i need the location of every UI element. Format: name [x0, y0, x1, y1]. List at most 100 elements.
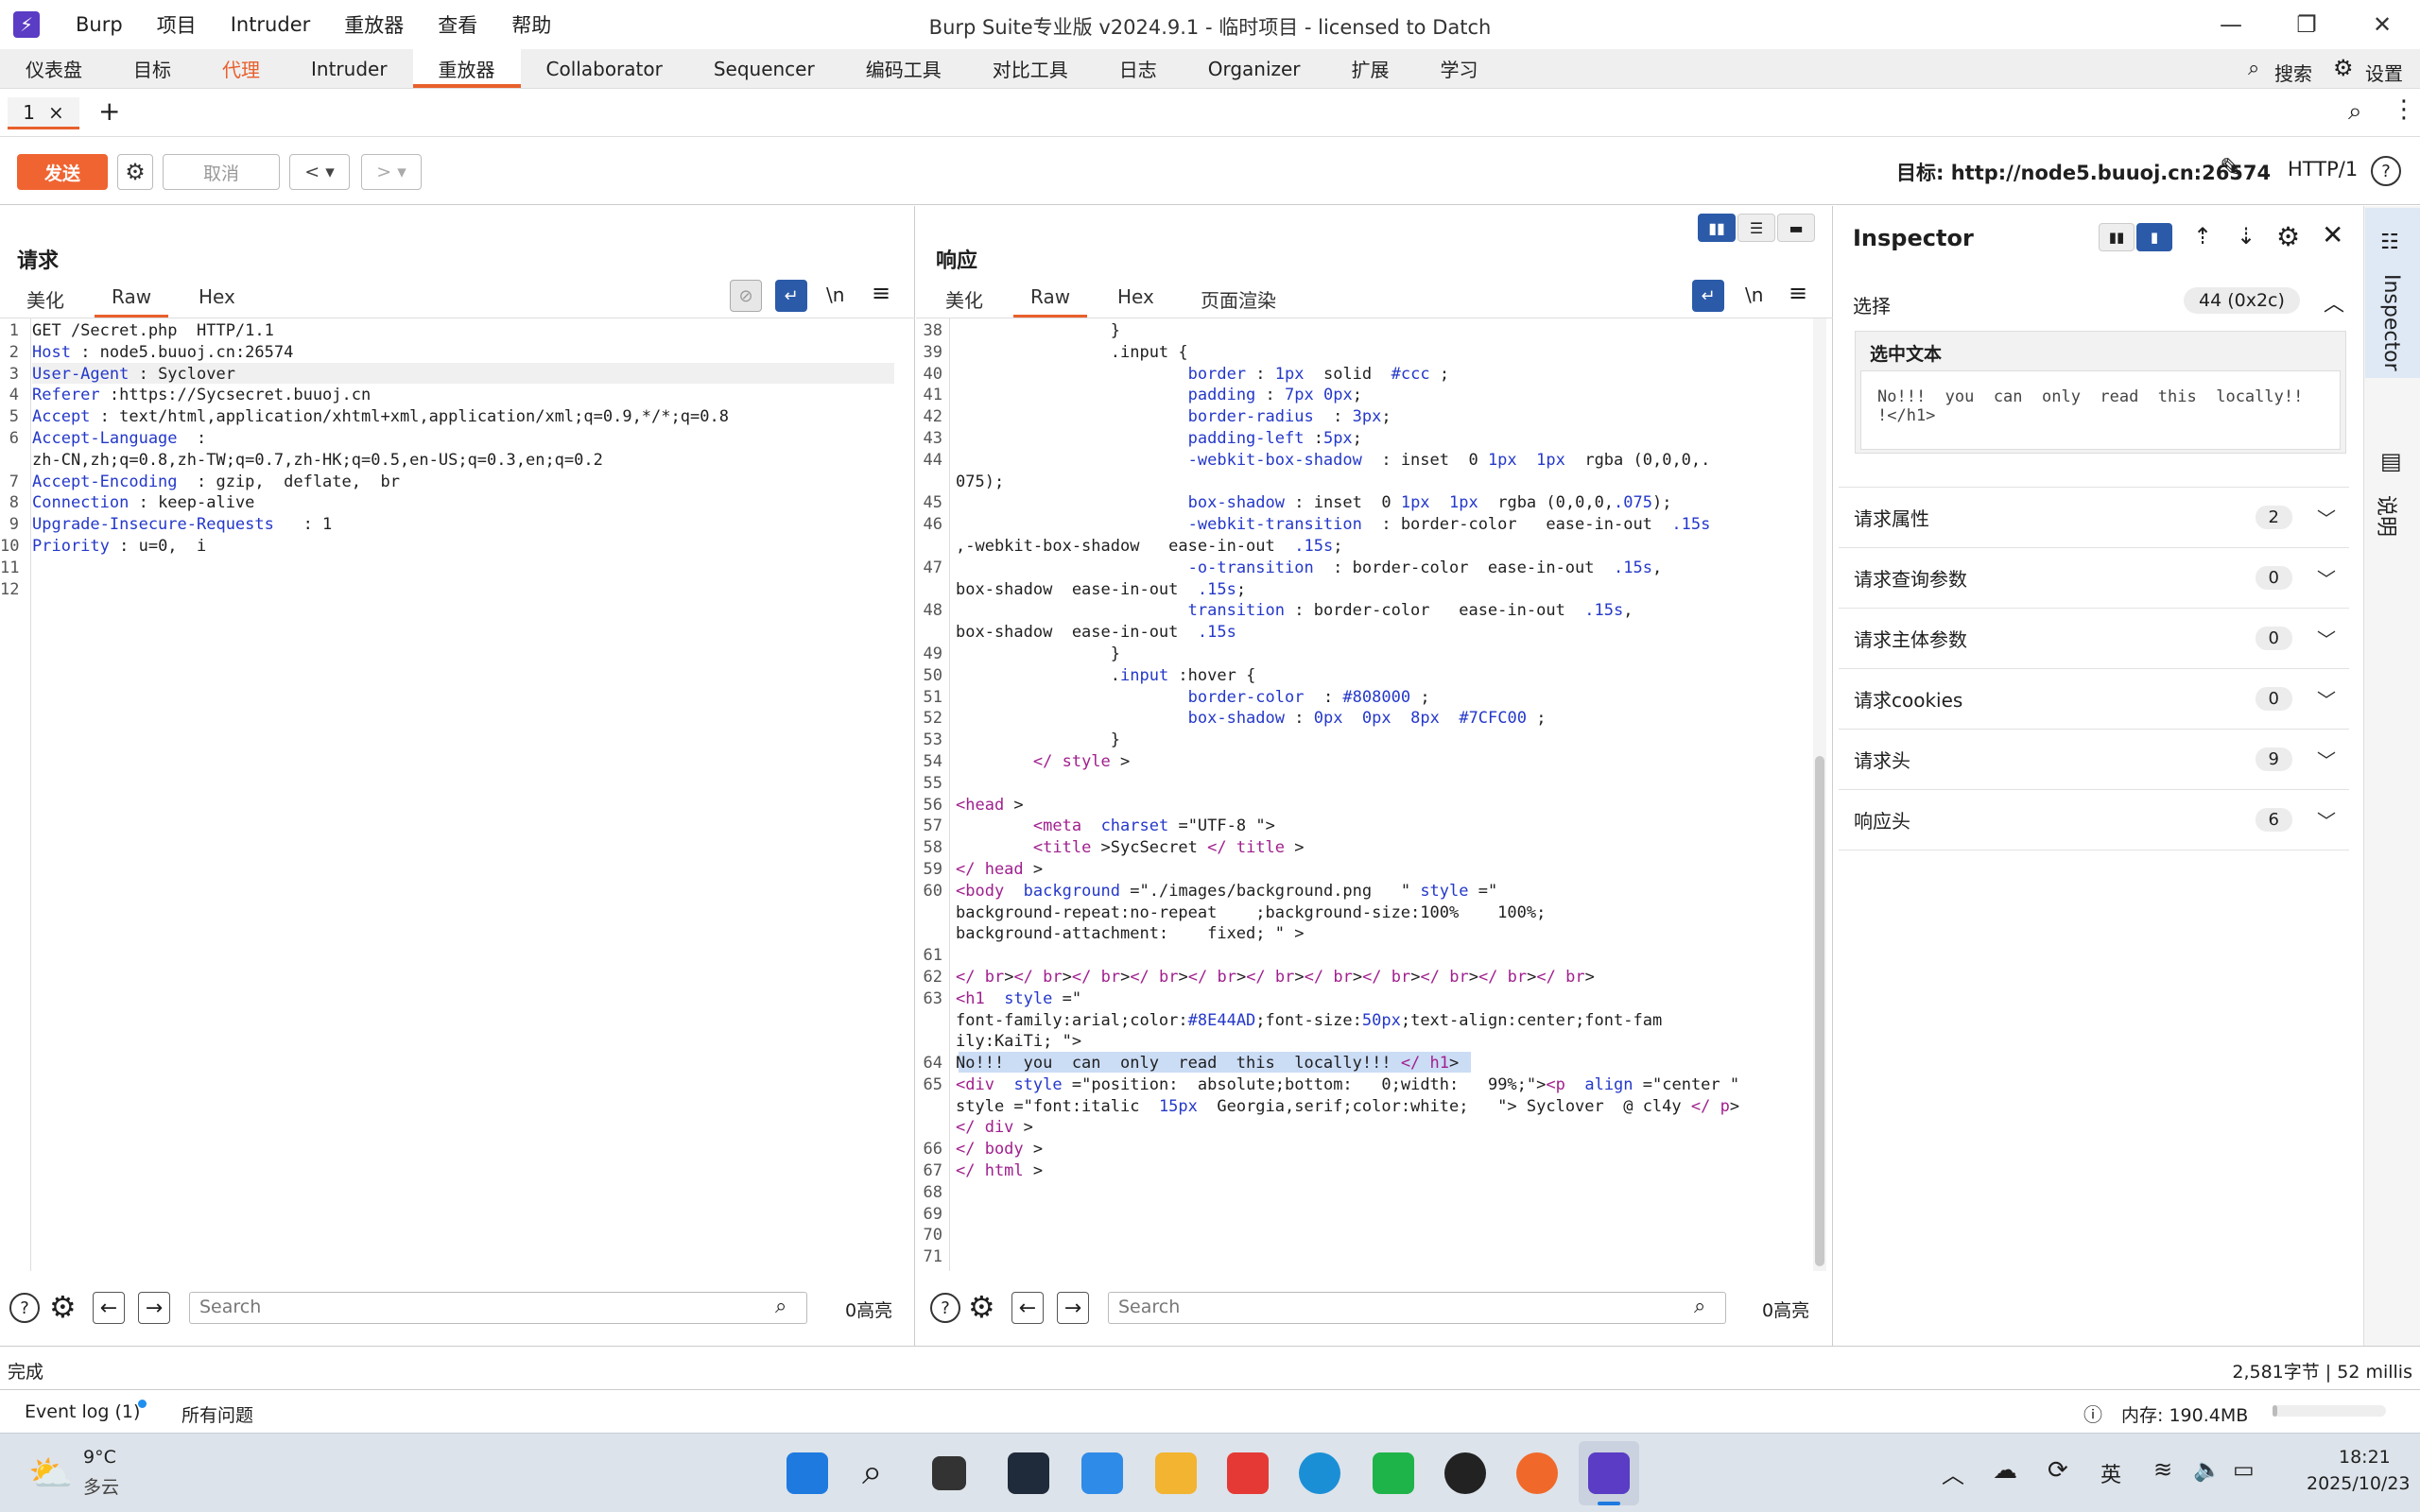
- search-tabs-icon[interactable]: ⌕: [2348, 97, 2362, 127]
- onedrive-icon[interactable]: ☁: [1993, 1456, 2017, 1485]
- request-search-input[interactable]: Search: [189, 1292, 807, 1324]
- request-tab-pretty[interactable]: 美化: [26, 285, 64, 313]
- event-log-link[interactable]: Event log (1): [25, 1401, 140, 1422]
- burp-suite-taskbar-icon[interactable]: [1588, 1452, 1630, 1494]
- inspector-section[interactable]: 请求主体参数 0 ﹀: [1839, 609, 2349, 669]
- minimize-icon[interactable]: —: [2193, 0, 2269, 49]
- send-button[interactable]: 发送: [17, 154, 108, 190]
- sync-icon[interactable]: ⟳: [2048, 1456, 2068, 1485]
- help-icon[interactable]: ?: [9, 1293, 40, 1323]
- request-tab-raw[interactable]: Raw: [94, 285, 169, 318]
- chevron-up-icon[interactable]: ︿: [2324, 287, 2344, 318]
- start-menu-icon[interactable]: [786, 1452, 828, 1494]
- response-tab-render[interactable]: 页面渲染: [1201, 285, 1276, 313]
- close-icon[interactable]: ✕: [2322, 219, 2343, 250]
- history-forward-button[interactable]: > ▾: [361, 154, 422, 190]
- selected-text-value[interactable]: No!!! you can only read this locally!! !…: [1877, 387, 2303, 425]
- tab-target[interactable]: 目标: [108, 49, 197, 88]
- request-tab-hex[interactable]: Hex: [199, 285, 235, 308]
- menu-project[interactable]: 项目: [140, 10, 214, 39]
- chevron-down-icon[interactable]: ﹀: [2317, 504, 2336, 531]
- inspector-section[interactable]: 请求属性 2 ﹀: [1839, 488, 2349, 548]
- more-options-icon[interactable]: ⋮: [2392, 95, 2416, 124]
- menu-intruder[interactable]: Intruder: [214, 13, 328, 36]
- chevron-down-icon[interactable]: ﹀: [2317, 746, 2336, 773]
- chevron-down-icon[interactable]: ﹀: [2317, 564, 2336, 592]
- inspector-layout-active-icon[interactable]: ▮: [2136, 223, 2172, 251]
- global-search-label[interactable]: 搜索: [2274, 59, 2312, 86]
- cancel-button[interactable]: 取消: [163, 154, 280, 190]
- weather-temperature[interactable]: 9°C: [83, 1447, 116, 1468]
- maximize-icon[interactable]: ❐: [2269, 0, 2344, 49]
- inspector-section[interactable]: 请求cookies 0 ﹀: [1839, 669, 2349, 730]
- gear-icon[interactable]: ⚙: [49, 1289, 77, 1325]
- expand-all-icon[interactable]: ⇡: [2193, 223, 2212, 249]
- inspector-section[interactable]: 请求头 9 ﹀: [1839, 730, 2349, 790]
- response-editor[interactable]: 38 } 39 .input {40 border : 1px solid #cc…: [916, 320, 1808, 1271]
- settings-label[interactable]: 设置: [2365, 59, 2403, 86]
- wps-office-icon[interactable]: [1227, 1452, 1269, 1494]
- gear-icon[interactable]: ⚙: [968, 1289, 995, 1325]
- previous-match-icon[interactable]: ←: [1011, 1292, 1044, 1324]
- word-wrap-icon[interactable]: ↵: [1692, 280, 1724, 312]
- gear-icon[interactable]: ⚙: [2333, 55, 2354, 81]
- menu-view[interactable]: 查看: [421, 10, 494, 39]
- file-explorer-icon[interactable]: [1155, 1452, 1197, 1494]
- taskbar-search-icon[interactable]: ⌕: [862, 1451, 882, 1493]
- response-tab-hex[interactable]: Hex: [1117, 285, 1154, 308]
- response-tab-pretty[interactable]: 美化: [945, 285, 983, 313]
- settings-gear-icon[interactable]: ⚙: [117, 154, 153, 190]
- menu-burp[interactable]: Burp: [59, 13, 140, 36]
- previous-match-icon[interactable]: ←: [93, 1292, 125, 1324]
- inspector-section[interactable]: 响应头 6 ﹀: [1839, 790, 2349, 850]
- volume-icon[interactable]: 🔈: [2193, 1456, 2221, 1483]
- weather-cloud-icon[interactable]: ⛅: [28, 1452, 73, 1495]
- firefox-icon[interactable]: [1516, 1452, 1558, 1494]
- tab-repeater[interactable]: 重放器: [412, 49, 521, 88]
- request-editor[interactable]: 1 GET /Secret.php HTTP/1.1 2 Host : node5.b…: [0, 320, 908, 1265]
- tab-intruder[interactable]: Intruder: [285, 49, 413, 88]
- side-tab-notes-label[interactable]: 说明: [2373, 495, 2403, 537]
- tab-dashboard[interactable]: 仪表盘: [0, 49, 108, 88]
- inspector-layout-icon[interactable]: ▮▮: [2099, 223, 2135, 251]
- layout-tabs-icon[interactable]: ▬: [1777, 214, 1815, 242]
- gear-icon[interactable]: ⚙: [2276, 221, 2300, 252]
- chevron-down-icon[interactable]: ﹀: [2317, 685, 2336, 713]
- repeater-tab-1[interactable]: 1 ×: [8, 97, 79, 129]
- next-match-icon[interactable]: →: [1057, 1292, 1089, 1324]
- tab-learn[interactable]: 学习: [1415, 49, 1504, 88]
- menu-icon[interactable]: ≡: [1789, 280, 1807, 306]
- wechat-icon[interactable]: [1373, 1452, 1414, 1494]
- tab-proxy[interactable]: 代理: [197, 49, 285, 88]
- menu-repeater[interactable]: 重放器: [327, 10, 421, 39]
- tab-sequencer[interactable]: Sequencer: [688, 49, 840, 88]
- clock-time[interactable]: 18:21: [2339, 1447, 2391, 1468]
- show-newlines-icon[interactable]: \n: [1745, 284, 1763, 306]
- side-tab-inspector-label[interactable]: Inspector: [2379, 274, 2403, 371]
- tab-extensions[interactable]: 扩展: [1326, 49, 1415, 88]
- show-newlines-icon[interactable]: \n: [826, 284, 844, 306]
- layout-stacked-icon[interactable]: ☰: [1737, 214, 1775, 242]
- edit-target-icon[interactable]: ✎: [2220, 152, 2241, 183]
- add-tab-icon[interactable]: +: [98, 95, 120, 127]
- response-tab-raw[interactable]: Raw: [1012, 285, 1088, 318]
- task-view-icon[interactable]: [932, 1456, 966, 1490]
- clock-date[interactable]: 2025/10/23: [2307, 1473, 2411, 1494]
- jetbrains-toolbox-icon[interactable]: [1008, 1452, 1049, 1494]
- all-issues-link[interactable]: 所有问题: [182, 1401, 253, 1427]
- menu-help[interactable]: 帮助: [494, 10, 568, 39]
- collapse-all-icon[interactable]: ⇣: [2237, 223, 2256, 249]
- http-version-selector[interactable]: HTTP/1: [2288, 158, 2358, 180]
- menu-icon[interactable]: ≡: [872, 280, 890, 306]
- layout-side-by-side-icon[interactable]: ▮▮: [1698, 214, 1736, 242]
- tab-comparer[interactable]: 对比工具: [967, 49, 1094, 88]
- qq-icon[interactable]: [1444, 1452, 1486, 1494]
- search-icon[interactable]: ⌕: [2248, 57, 2259, 80]
- weather-description[interactable]: 多云: [83, 1473, 119, 1499]
- windows-sandbox-icon[interactable]: [1081, 1452, 1123, 1494]
- wifi-icon[interactable]: ≋: [2153, 1456, 2172, 1483]
- tab-logger[interactable]: 日志: [1094, 49, 1183, 88]
- next-match-icon[interactable]: →: [138, 1292, 170, 1324]
- inspector-section[interactable]: 请求查询参数 0 ﹀: [1839, 548, 2349, 609]
- close-tab-icon[interactable]: ×: [48, 101, 64, 124]
